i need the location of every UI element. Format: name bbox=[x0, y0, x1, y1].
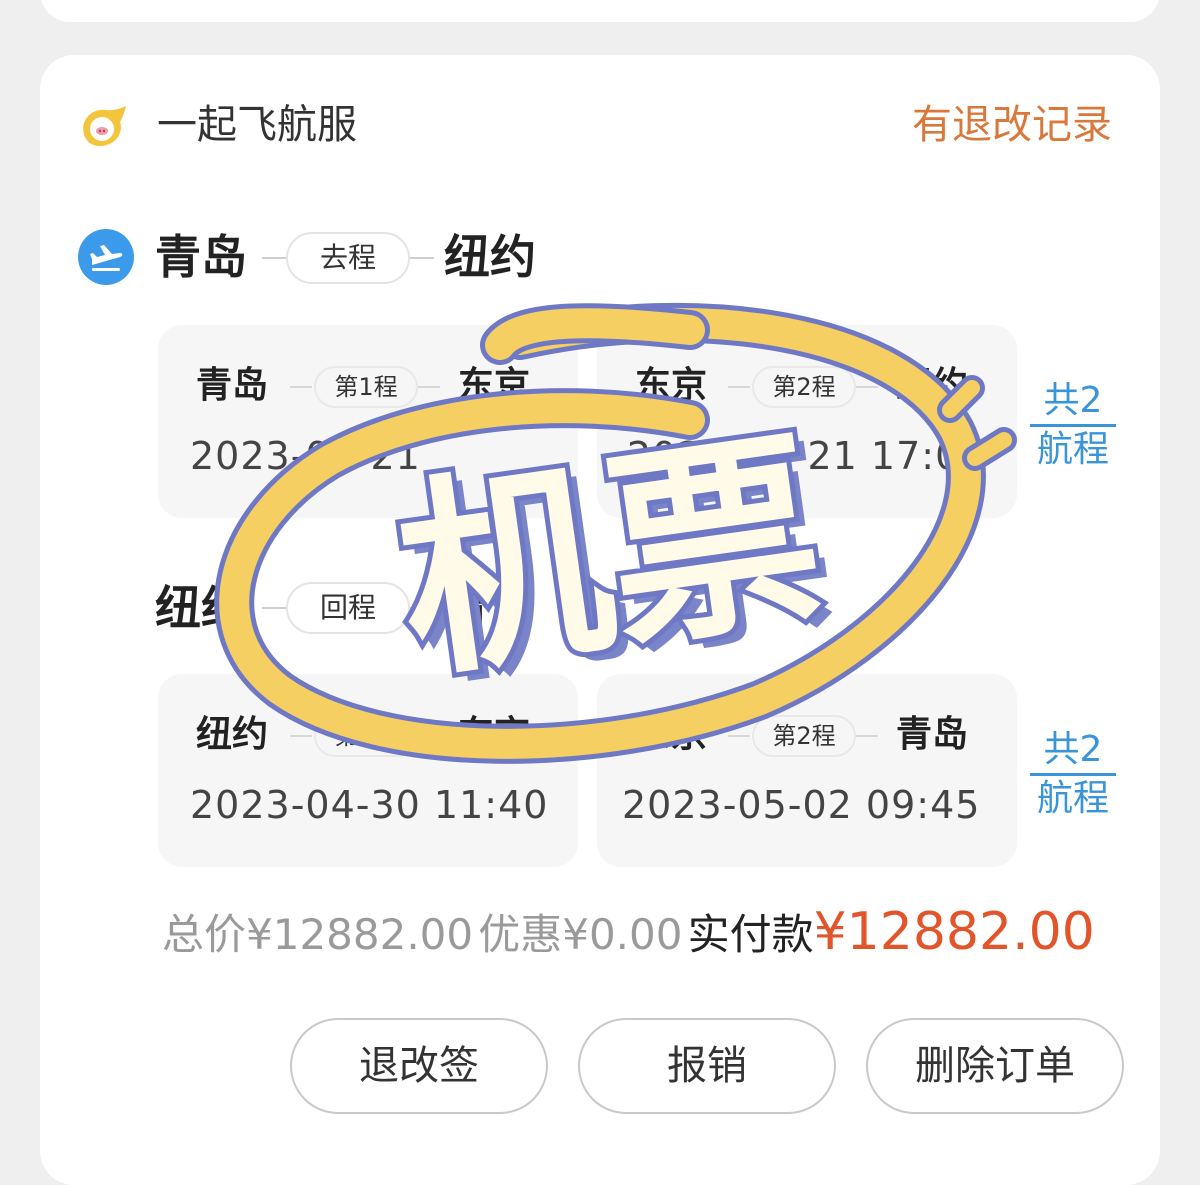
segment-connector bbox=[728, 386, 750, 388]
segment-label: 第2程 bbox=[752, 715, 856, 757]
segment-label: 第1程 bbox=[314, 366, 418, 408]
route-connector bbox=[262, 257, 286, 259]
paid-amount: ¥12882.00 bbox=[813, 902, 1095, 962]
outbound-total-legs-link[interactable]: 共2 航程 bbox=[1030, 378, 1116, 473]
return-segment-1[interactable] bbox=[158, 674, 578, 867]
segment-origin: 青岛 bbox=[196, 365, 269, 406]
route-connector bbox=[262, 607, 286, 609]
outbound-segment-2[interactable] bbox=[597, 325, 1017, 518]
pig-logo-icon bbox=[83, 106, 126, 146]
segment-connector bbox=[856, 735, 878, 737]
previous-order-card bbox=[40, 0, 1160, 22]
segment-departure-time: 2023-05-02 09:45 bbox=[622, 783, 981, 827]
total-legs-unit: 航程 bbox=[1036, 778, 1109, 819]
outbound-trip-badge: 去程 bbox=[286, 232, 410, 284]
price-summary: 总价¥12882.00 优惠¥0.00 实付款¥12882.00 bbox=[162, 902, 1095, 962]
takeoff-plane-icon bbox=[78, 229, 134, 285]
segment-destination: 东京 bbox=[458, 365, 531, 406]
return-total-legs-link[interactable]: 共2 航程 bbox=[1030, 727, 1116, 822]
total-legs-count: 共2 bbox=[1030, 727, 1116, 776]
segment-origin: 东京 bbox=[635, 714, 708, 755]
segment-connector bbox=[290, 386, 312, 388]
total-legs-unit: 航程 bbox=[1036, 429, 1109, 470]
total-price: 总价¥12882.00 bbox=[162, 910, 474, 959]
segment-destination: 东京 bbox=[458, 714, 531, 755]
reimbursement-button[interactable]: 报销 bbox=[578, 1018, 836, 1114]
segment-departure-time: 2023-04-21 17:00 bbox=[627, 434, 986, 478]
segment-connector bbox=[418, 735, 440, 737]
change-refund-button[interactable]: 退改签 bbox=[290, 1018, 548, 1114]
outbound-origin-city: 青岛 bbox=[155, 230, 247, 284]
route-connector bbox=[410, 607, 434, 609]
segment-origin: 东京 bbox=[635, 365, 708, 406]
airline-service-name: 一起飞航服 bbox=[157, 102, 357, 148]
segment-label: 第2程 bbox=[752, 366, 856, 408]
return-segment-2[interactable] bbox=[597, 674, 1017, 867]
outbound-segment-1[interactable] bbox=[158, 325, 578, 518]
delete-order-button[interactable]: 删除订单 bbox=[866, 1018, 1124, 1114]
segment-connector bbox=[418, 386, 440, 388]
outbound-destination-city: 纽约 bbox=[444, 230, 536, 284]
segment-origin: 纽约 bbox=[196, 714, 269, 755]
return-origin-city: 纽约 bbox=[155, 581, 247, 635]
return-trip-badge: 回程 bbox=[286, 582, 410, 634]
paid-amount-label: 实付款 bbox=[687, 910, 814, 959]
segment-destination: 纽约 bbox=[896, 365, 969, 406]
discount-amount: 优惠¥0.00 bbox=[478, 910, 683, 959]
return-destination-city: 青岛 bbox=[444, 581, 536, 635]
segment-connector bbox=[856, 386, 878, 388]
segment-destination: 青岛 bbox=[896, 714, 969, 755]
segment-connector bbox=[290, 735, 312, 737]
segment-departure-time: 2023-04-30 11:40 bbox=[190, 783, 549, 827]
refund-record-link[interactable]: 有退改记录 bbox=[912, 100, 1112, 150]
segment-label: 第1程 bbox=[314, 715, 418, 757]
segment-connector bbox=[728, 735, 750, 737]
total-legs-count: 共2 bbox=[1030, 378, 1116, 427]
segment-departure-time: 2023-04-21 bbox=[190, 434, 421, 478]
route-connector bbox=[410, 257, 434, 259]
